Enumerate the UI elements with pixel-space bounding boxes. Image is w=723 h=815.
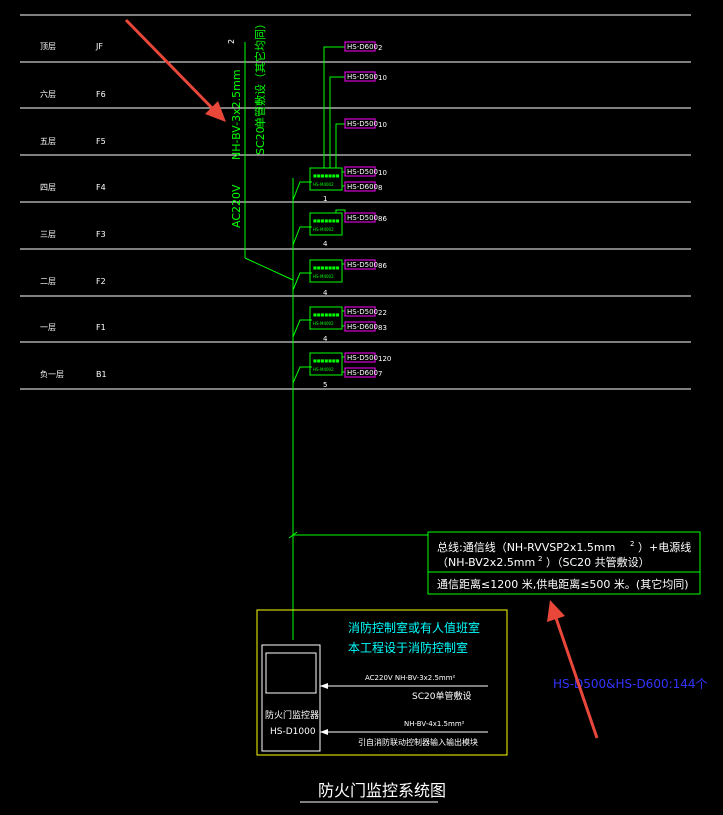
module-count: 4 — [323, 335, 328, 343]
floor-code: F5 — [96, 137, 106, 146]
floor-name: 六层 — [40, 89, 56, 99]
bus-spec-sup: 2 — [538, 555, 542, 563]
arrow-marker — [320, 683, 328, 689]
ac-voltage-label: AC220V — [230, 184, 243, 228]
bus-spec-line2b: ）（SC20 共管敷设） — [546, 555, 650, 569]
bus-spec-line2a: （NH-BV2x2.5mm — [437, 556, 535, 569]
module-label-bottom: HS-M4002 — [313, 227, 334, 232]
floor-code: F2 — [96, 277, 106, 286]
module-block: ■■■■■■■ HS-M4002 4 — [309, 212, 343, 248]
control-room-subtitle: 本工程设于消防控制室 — [348, 640, 468, 655]
bus-spec-line1a: 总线:通信线（NH-RVVSP2x1.5mm — [437, 540, 615, 554]
floor-code: B1 — [96, 370, 107, 379]
cable-spec-label: NH-BV-3x2.5mm — [230, 69, 243, 160]
panel-display — [265, 652, 317, 694]
bus-trunk — [288, 178, 428, 640]
device-tags: HS-D600 2 HS-D500 10 HS-D500 10 HS-D500 … — [344, 41, 391, 378]
module-count: 1 — [323, 195, 327, 203]
device-label: HS-D500 — [347, 354, 378, 362]
module-label-bottom: HS-M4002 — [313, 182, 334, 187]
device-label: HS-D500 — [347, 214, 378, 222]
device-label: HS-D500 — [347, 261, 378, 269]
module-label-top: ■■■■■■■ — [313, 218, 340, 223]
floor-name: 三层 — [40, 230, 56, 239]
feed-source-label: 引自消防联动控制器输入输出模块 — [358, 737, 478, 747]
module-label-bottom: HS-M4002 — [313, 367, 334, 372]
bus-spec-box: 总线:通信线（NH-RVVSP2x1.5mm 2 ）+电源线 （NH-BV2x2… — [427, 531, 701, 595]
device-label: HS-D500 — [347, 168, 378, 176]
floor-name: 顶层 — [40, 42, 56, 51]
floor-code: JF — [95, 42, 103, 51]
floor-code: F6 — [96, 90, 106, 99]
module-block: ■■■■■■■ HS-M4002 1 — [309, 167, 343, 203]
floor-name: 四层 — [40, 183, 56, 192]
device-qty: 83 — [378, 324, 387, 332]
floor-code: F1 — [96, 323, 106, 332]
feed-power-label: AC220V NH-BV-3x2.5mm² — [365, 674, 456, 682]
feed-conduit-label: SC20单管敷设 — [412, 690, 471, 702]
module-count: 5 — [323, 381, 327, 389]
module-label-bottom: HS-M4002 — [313, 321, 334, 326]
device-qty: 10 — [378, 74, 387, 82]
floor-name: 一层 — [40, 323, 56, 332]
floor-name: 五层 — [40, 137, 56, 146]
floor-lines — [20, 14, 691, 390]
module-label-top: ■■■■■■■ — [313, 312, 340, 317]
fire-door-monitoring-system-diagram: 顶层 JF 六层 F6 五层 F5 四层 F4 三层 F3 二层 F2 一层 F… — [20, 14, 708, 803]
device-qty: 2 — [378, 44, 382, 52]
module-count: 4 — [323, 289, 328, 297]
device-label: HS-D600 — [347, 43, 378, 51]
device-qty: 86 — [378, 215, 387, 223]
floor-labels: 顶层 JF 六层 F6 五层 F5 四层 F4 三层 F3 二层 F2 一层 F… — [40, 42, 107, 379]
device-qty: 10 — [378, 169, 387, 177]
device-qty: 22 — [378, 309, 387, 317]
control-room: 消防控制室或有人值班室 本工程设于消防控制室 防火门监控器 HS-D1000 A… — [256, 609, 508, 756]
device-label: HS-D500 — [347, 120, 378, 128]
diagram-title-block: 防火门监控系统图 — [300, 781, 446, 803]
floor-name: 负一层 — [40, 369, 64, 379]
diagram-title: 防火门监控系统图 — [318, 781, 446, 800]
floor-code: F4 — [96, 183, 106, 192]
device-label: HS-D600 — [347, 183, 378, 191]
device-qty: 120 — [378, 355, 391, 363]
device-label: HS-D500 — [347, 73, 378, 81]
floor-code: F3 — [96, 230, 106, 239]
device-label: HS-D500 — [347, 308, 378, 316]
device-qty: 10 — [378, 121, 387, 129]
module-label-top: ■■■■■■■ — [313, 358, 340, 363]
arrow-marker — [320, 729, 328, 735]
arrow-shaft — [124, 18, 216, 112]
device-label: HS-D600 — [347, 369, 378, 377]
panel-model: HS-D1000 — [270, 727, 316, 737]
device-qty: 7 — [378, 370, 382, 378]
arrowhead — [547, 600, 565, 622]
riser-top-mark: 2 — [227, 39, 236, 44]
power-riser — [244, 42, 294, 281]
module-label-top: ■■■■■■■ — [313, 265, 340, 270]
conduit-label: SC20 — [254, 126, 267, 155]
riser-labels: 2 AC220V NH-BV-3x2.5mm SC20 单管敷设（其它均同） — [227, 18, 267, 228]
floor-name: 二层 — [40, 277, 56, 286]
bus-spec-line3: 通信距离≤1200 米,供电距离≤500 米。(其它均同) — [437, 577, 689, 591]
feed-signal-label: NH-BV-4x1.5mm² — [404, 720, 465, 728]
bus-spec-sup: 2 — [630, 540, 634, 548]
module-label-top: ■■■■■■■ — [313, 173, 340, 178]
module-block: ■■■■■■■ HS-M4002 4 — [309, 306, 343, 343]
bus-spec-line1b: ）+电源线 — [638, 540, 691, 554]
device-qty: 8 — [378, 184, 382, 192]
device-label: HS-D600 — [347, 323, 378, 331]
module-block: ■■■■■■■ HS-M4002 4 — [309, 259, 343, 297]
module-count: 4 — [323, 240, 328, 248]
control-room-title: 消防控制室或有人值班室 — [348, 620, 480, 635]
module-label-bottom: HS-M4002 — [313, 274, 334, 279]
laying-method-label: 单管敷设（其它均同） — [253, 18, 267, 128]
panel-name: 防火门监控器 — [265, 709, 319, 721]
module-block: ■■■■■■■ HS-M4002 5 — [309, 352, 343, 389]
device-qty: 86 — [378, 262, 387, 270]
